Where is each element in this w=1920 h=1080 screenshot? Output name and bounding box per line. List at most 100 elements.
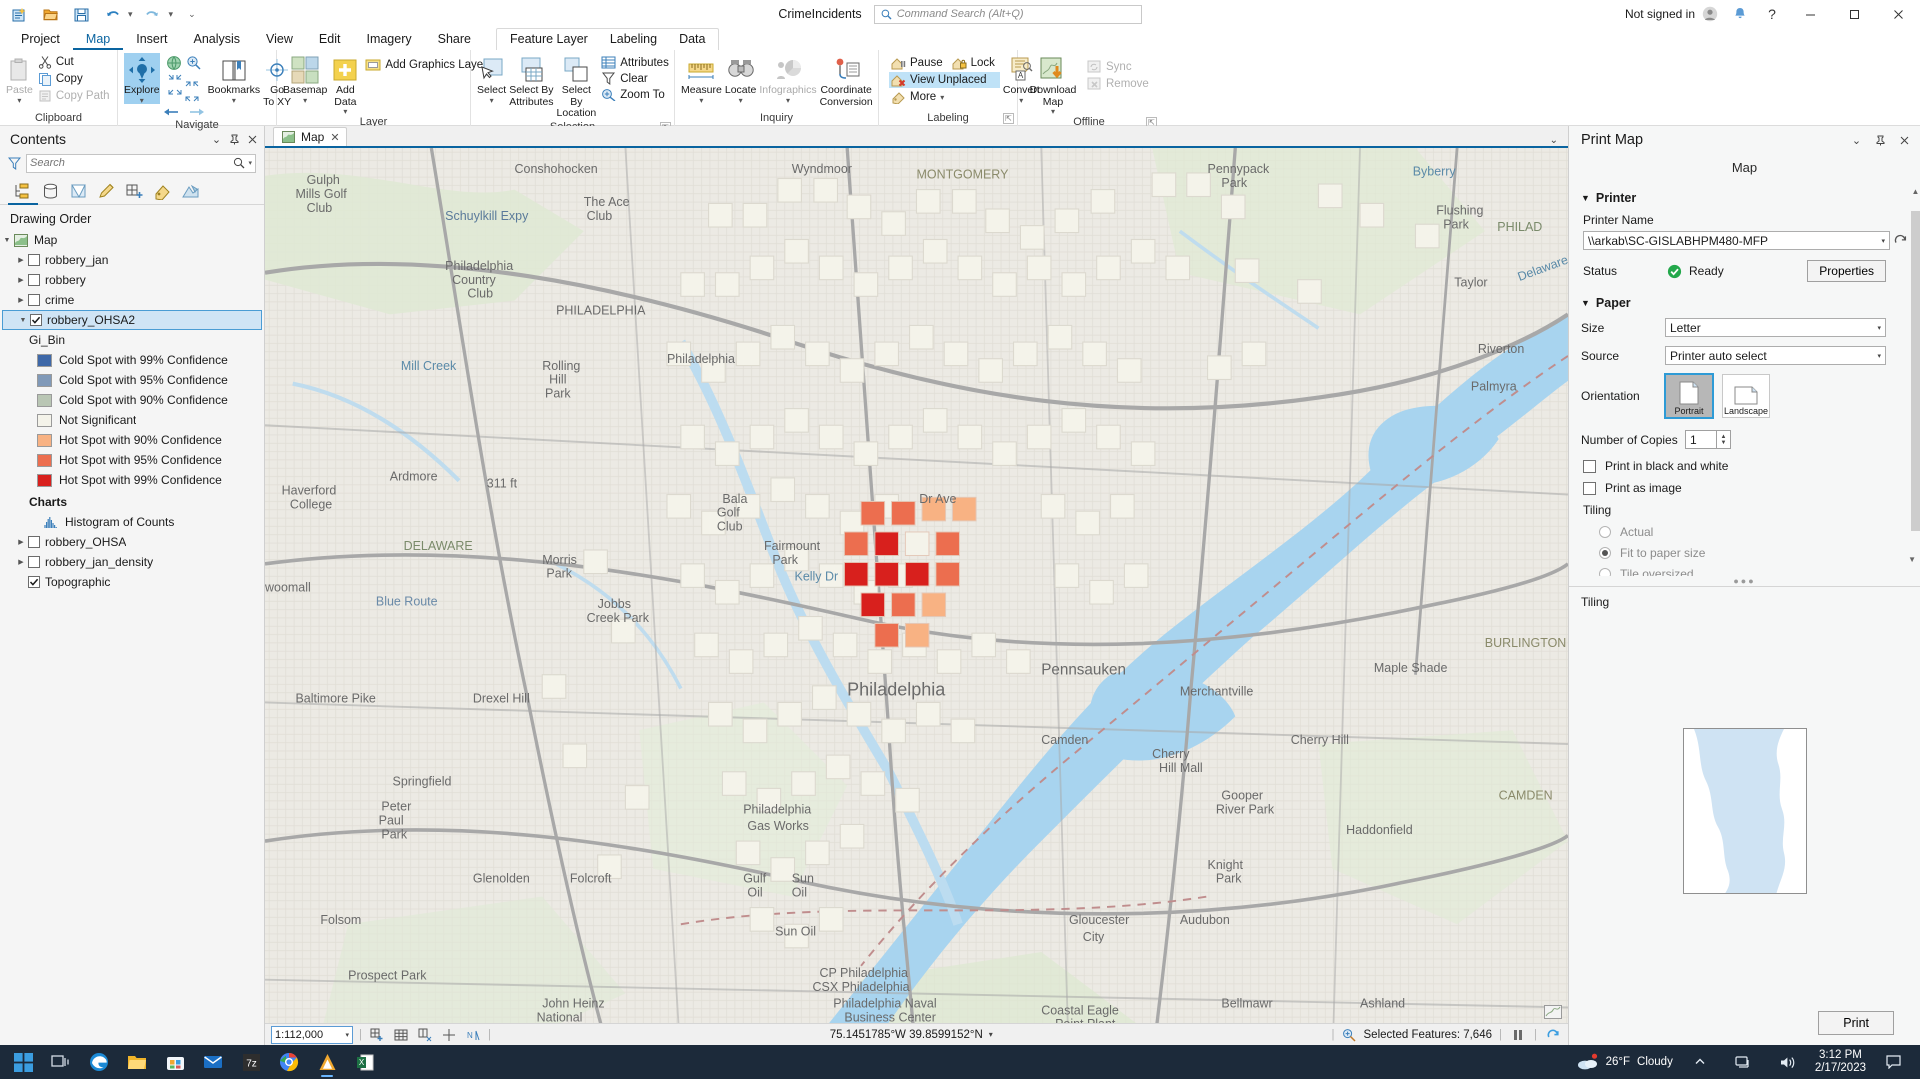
chrome-icon[interactable] — [272, 1046, 306, 1078]
task-view-icon[interactable] — [44, 1046, 78, 1078]
tree-item-map[interactable]: ▼ Map — [0, 230, 264, 250]
contents-pin-icon[interactable] — [227, 132, 242, 147]
labeling-dialog-launcher-icon[interactable]: ⇱ — [1003, 113, 1014, 124]
paste-button[interactable]: Paste ▾ — [6, 53, 33, 104]
start-icon[interactable] — [6, 1046, 40, 1078]
expand-arrow[interactable]: ▶ — [14, 276, 28, 284]
tab-labeling[interactable]: Labeling — [599, 29, 668, 50]
legend-item[interactable]: Cold Spot with 99% Confidence — [0, 350, 264, 370]
tab-share[interactable]: Share — [425, 29, 484, 50]
sign-in-status[interactable]: Not signed in — [1619, 6, 1724, 22]
previous-extent-small-icon[interactable] — [185, 74, 199, 87]
contents-close-icon[interactable] — [245, 132, 260, 147]
scroll-down-arrow[interactable]: ▼ — [1908, 555, 1916, 564]
add-scale-icon[interactable] — [368, 1026, 386, 1044]
expand-arrow[interactable]: ▶ — [14, 538, 28, 546]
tiling-oversized-radio[interactable] — [1599, 568, 1611, 576]
locate-dropdown-arrow[interactable]: ▾ — [739, 96, 743, 104]
excel-icon[interactable]: X — [348, 1046, 382, 1078]
paper-section-header[interactable]: ▼ Paper — [1581, 296, 1910, 310]
map-attribution-icon[interactable] — [1544, 1005, 1562, 1019]
coordinates-dropdown-arrow[interactable]: ▾ — [989, 1030, 993, 1039]
zoom-in-corner-icon[interactable] — [185, 89, 199, 102]
layer-robbery-ohsa[interactable]: ▶ robbery_OHSA — [0, 532, 264, 552]
layer-checkbox[interactable] — [28, 536, 40, 548]
list-by-selection-icon[interactable] — [66, 180, 90, 202]
minimize-button[interactable] — [1788, 0, 1832, 28]
copies-stepper[interactable]: ▲ ▼ — [1717, 430, 1731, 449]
tab-analysis[interactable]: Analysis — [181, 29, 254, 50]
undo-icon[interactable] — [101, 3, 123, 25]
tiling-fit-radio[interactable] — [1599, 547, 1611, 559]
contents-menu-icon[interactable]: ⌄ — [209, 132, 224, 147]
printer-section-header[interactable]: ▼ Printer — [1581, 191, 1910, 205]
pause-labeling-button[interactable]: Pause — [889, 55, 948, 71]
close-button[interactable] — [1876, 0, 1920, 28]
previous-extent-icon[interactable] — [163, 106, 179, 118]
stepper-down-arrow[interactable]: ▼ — [1721, 440, 1727, 446]
scroll-up-arrow[interactable]: ▲ — [1911, 187, 1920, 196]
customize-qat-icon[interactable]: ⌄ — [188, 9, 196, 20]
map-canvas[interactable]: Gulph Mills Golf Club Conshohocken Wyndmoo… — [265, 146, 1568, 1023]
filter-icon[interactable] — [8, 157, 21, 170]
maximize-button[interactable] — [1832, 0, 1876, 28]
list-by-drawing-order-icon[interactable] — [10, 180, 34, 202]
north-arrow-icon[interactable]: N — [464, 1026, 482, 1044]
download-map-dropdown-arrow[interactable]: ▾ — [1051, 108, 1055, 116]
legend-item[interactable]: Hot Spot with 90% Confidence — [0, 430, 264, 450]
tab-insert[interactable]: Insert — [123, 29, 180, 50]
copy-path-button[interactable]: Copy Path — [36, 88, 115, 104]
legend-item[interactable]: Hot Spot with 99% Confidence — [0, 470, 264, 490]
collapse-ribbon-icon[interactable]: ⌄ — [1550, 135, 1558, 146]
crosshair-icon[interactable] — [440, 1026, 458, 1044]
cut-button[interactable]: Cut — [36, 54, 115, 70]
search-dropdown-arrow[interactable]: ▾ — [248, 159, 252, 167]
map-tools-icon[interactable] — [416, 1026, 434, 1044]
layer-topographic[interactable]: Topographic — [0, 572, 264, 592]
layer-robbery-jan-density[interactable]: ▶ robbery_jan_density — [0, 552, 264, 572]
legend-item[interactable]: Not Significant — [0, 410, 264, 430]
paper-source-select[interactable]: Printer auto select ▾ — [1665, 346, 1886, 365]
paste-dropdown-arrow[interactable]: ▾ — [17, 96, 21, 104]
lock-labels-button[interactable]: Lock — [950, 55, 1000, 71]
infographics-button[interactable]: Infographics ▾ — [759, 53, 817, 104]
bookmarks-button[interactable]: Bookmarks ▾ — [208, 53, 260, 104]
tab-feature-layer[interactable]: Feature Layer — [499, 29, 599, 50]
remove-offline-button[interactable]: Remove — [1085, 76, 1154, 92]
tab-data[interactable]: Data — [668, 29, 716, 50]
add-data-dropdown-arrow[interactable]: ▾ — [343, 108, 347, 116]
legend-item[interactable]: Cold Spot with 95% Confidence — [0, 370, 264, 390]
view-unplaced-labels-button[interactable]: View Unplaced — [889, 72, 1000, 88]
layer-checkbox[interactable] — [28, 254, 40, 266]
select-by-attributes-button[interactable]: Select By Attributes — [509, 53, 554, 108]
select-button[interactable]: Select ▾ — [477, 53, 506, 104]
layer-robbery[interactable]: ▶ robbery — [0, 270, 264, 290]
notifications-icon[interactable] — [1724, 0, 1756, 28]
list-by-data-source-icon[interactable] — [38, 180, 62, 202]
expand-arrow[interactable]: ▶ — [14, 296, 28, 304]
mail-icon[interactable] — [196, 1046, 230, 1078]
map-expand-arrow[interactable]: ▼ — [0, 237, 14, 244]
orientation-portrait-button[interactable]: Portrait — [1664, 373, 1714, 419]
expand-arrow[interactable]: ▶ — [14, 558, 28, 566]
tab-project[interactable]: Project — [8, 29, 73, 50]
undo-dropdown-arrow[interactable]: ▾ — [128, 9, 133, 20]
print-panel-pin-icon[interactable] — [1873, 133, 1888, 148]
scale-dropdown-arrow[interactable]: ▾ — [345, 1031, 349, 1039]
full-extent-icon[interactable] — [166, 55, 182, 71]
show-hidden-icons[interactable] — [1683, 1046, 1717, 1078]
copy-button[interactable]: Copy — [36, 71, 115, 87]
print-black-white-row[interactable]: Print in black and white — [1581, 459, 1910, 473]
edge-icon[interactable] — [82, 1046, 116, 1078]
basemap-button[interactable]: Basemap ▾ — [283, 53, 327, 104]
contents-search-box[interactable]: ▾ — [26, 153, 256, 173]
grid-view-icon[interactable] — [392, 1026, 410, 1044]
chart-histogram-of-counts[interactable]: Histogram of Counts — [0, 512, 264, 532]
save-project-icon[interactable] — [70, 3, 92, 25]
expand-arrow[interactable]: ▼ — [16, 317, 30, 324]
tab-edit[interactable]: Edit — [306, 29, 354, 50]
properties-button[interactable]: Properties — [1807, 260, 1886, 282]
map-coordinates[interactable]: 75.1451785°W 39.8599152°N ▾ — [830, 1029, 993, 1041]
network-icon[interactable] — [1727, 1046, 1761, 1078]
basemap-dropdown-arrow[interactable]: ▾ — [303, 96, 307, 104]
